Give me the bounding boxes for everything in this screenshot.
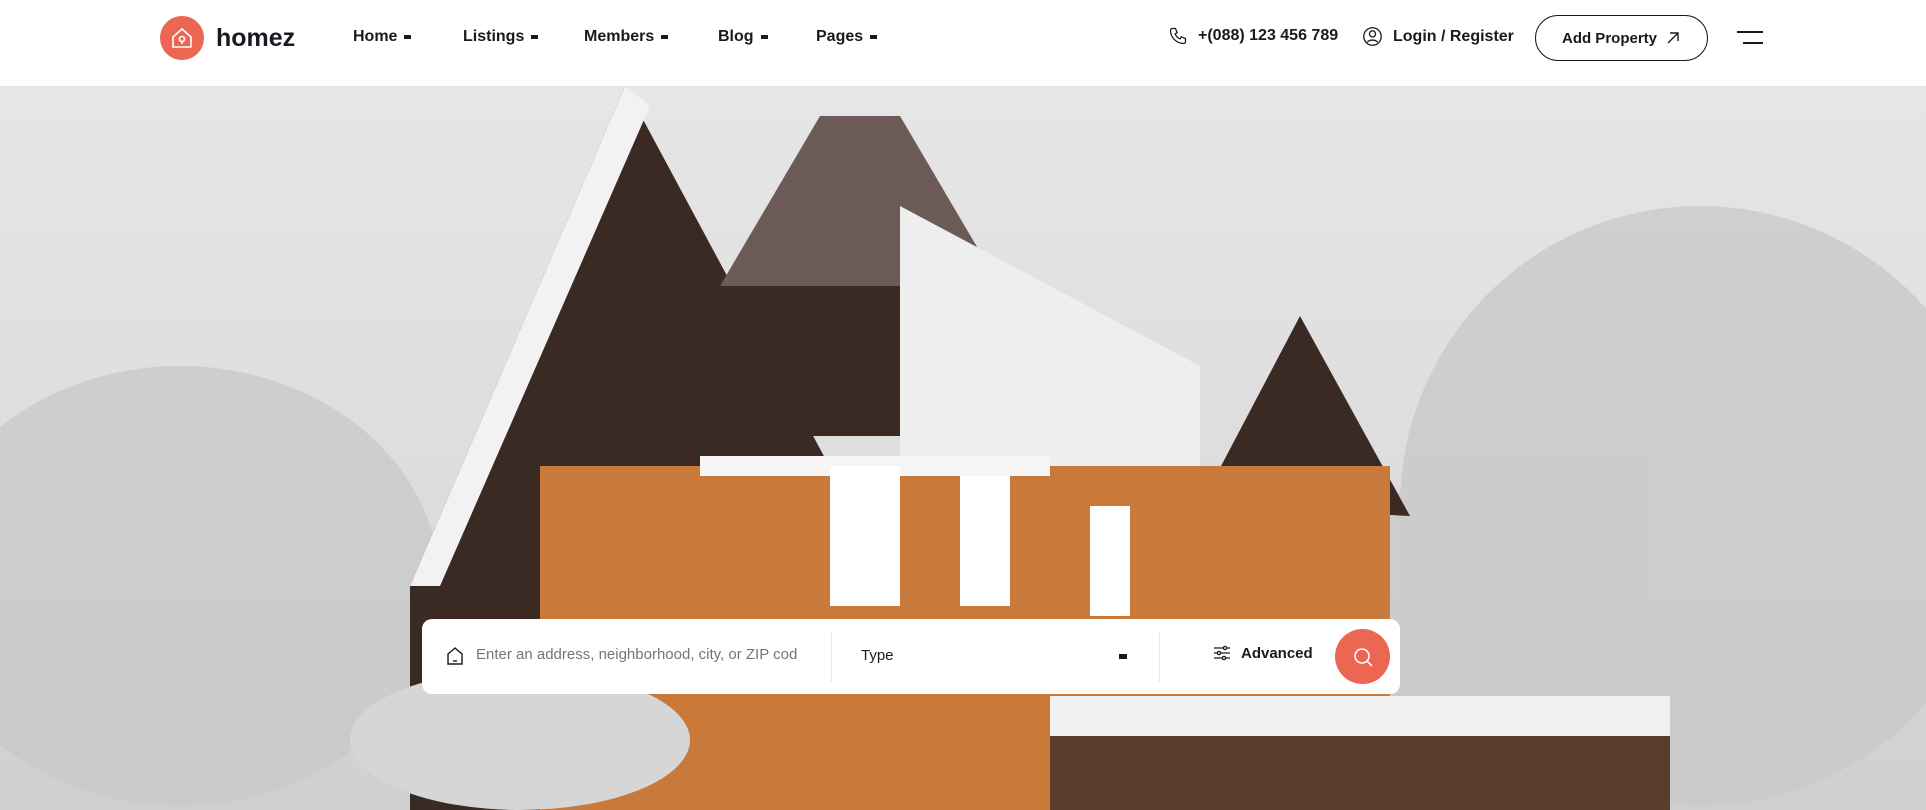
divider [831, 631, 832, 682]
nav-label: Listings [463, 28, 525, 45]
search-button[interactable] [1335, 629, 1390, 684]
advanced-label: Advanced [1241, 644, 1313, 662]
chevron-down-icon [760, 35, 768, 39]
arrow-up-right-icon [1667, 32, 1679, 44]
nav-home[interactable]: Home [353, 28, 412, 46]
address-search-input[interactable] [476, 646, 798, 663]
nav-label: Blog [718, 28, 754, 45]
chevron-down-icon [661, 35, 669, 39]
nav-members[interactable]: Members [584, 28, 669, 46]
sliders-icon [1214, 645, 1230, 661]
logo-house-icon [160, 16, 204, 60]
add-property-label: Add Property [1561, 29, 1657, 47]
login-register-link[interactable]: Login / Register [1362, 26, 1514, 47]
nav-label: Pages [816, 28, 864, 45]
chevron-down-icon [404, 35, 412, 39]
user-icon [1363, 27, 1382, 46]
header: homez Home Listings Members Blog Pages +… [0, 0, 1926, 86]
nav-blog[interactable]: Blog [718, 28, 768, 46]
hero-image [0, 86, 1926, 810]
hamburger-menu-icon[interactable] [1737, 31, 1763, 45]
brand-name: homez [216, 23, 296, 52]
login-label: Login / Register [1393, 27, 1514, 45]
phone-number: +(088) 123 456 789 [1198, 27, 1339, 44]
advanced-button[interactable]: Advanced [1213, 644, 1313, 662]
type-select[interactable]: Type [861, 647, 894, 664]
home-icon [447, 647, 463, 665]
phone-icon [1169, 27, 1187, 45]
search-icon [1353, 647, 1373, 667]
nav-label: Members [584, 28, 655, 45]
logo[interactable]: homez [160, 16, 295, 60]
nav-pages[interactable]: Pages [816, 28, 878, 46]
divider [1159, 631, 1160, 682]
chevron-down-icon[interactable] [1119, 654, 1127, 659]
chevron-down-icon [531, 35, 539, 39]
hero-house-photo [0, 86, 1926, 810]
chevron-down-icon [870, 35, 878, 39]
nav-label: Home [353, 28, 398, 45]
nav-listings[interactable]: Listings [463, 28, 539, 46]
phone-link[interactable]: +(088) 123 456 789 [1168, 26, 1338, 46]
search-bar: Type Advanced [422, 619, 1400, 694]
add-property-button[interactable]: Add Property [1535, 15, 1708, 61]
